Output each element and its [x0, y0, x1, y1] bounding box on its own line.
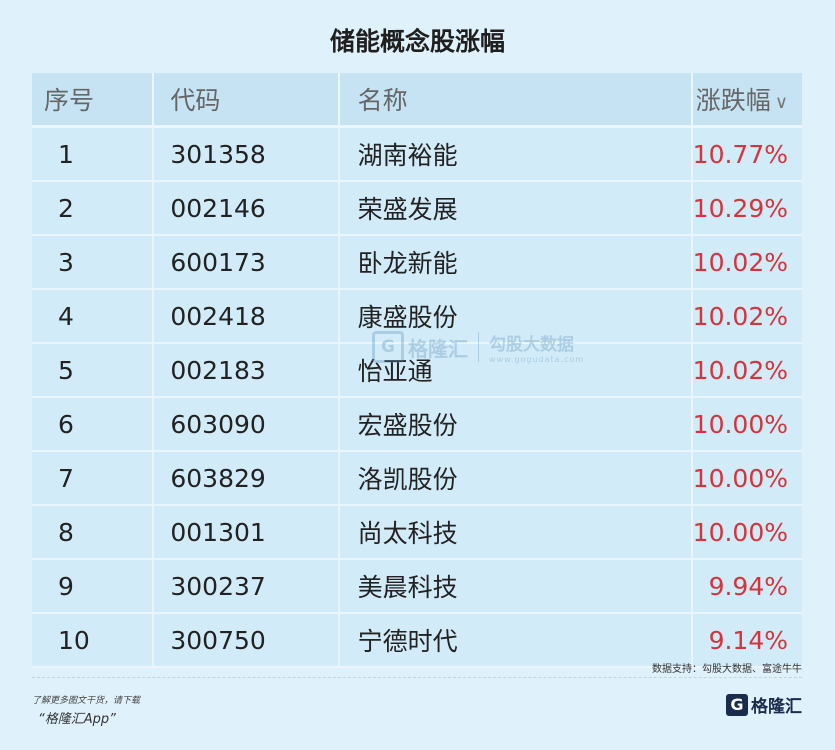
table-row: 5 002183 怡亚通 10.02% — [32, 343, 802, 398]
table-row: 4 002418 康盛股份 10.02% — [32, 289, 802, 344]
header-pct-label: 涨跌幅 — [695, 86, 771, 115]
table-row: 7 603829 洛凯股份 10.00% — [32, 451, 802, 506]
cell-pct: 10.02% — [691, 235, 802, 290]
cell-pct: 10.29% — [691, 181, 802, 236]
cell-code: 002418 — [153, 289, 340, 344]
cell-name: 荣盛发展 — [338, 181, 693, 236]
cell-no: 3 — [32, 235, 155, 290]
table-header-row: 序号 代码 名称 涨跌幅 ∨ — [32, 73, 802, 128]
cell-pct: 10.02% — [691, 343, 802, 398]
cell-no: 6 — [32, 397, 155, 452]
table-row: 8 001301 尚太科技 10.00% — [32, 505, 802, 560]
cell-no: 7 — [32, 451, 155, 506]
cell-pct: 10.00% — [691, 397, 802, 452]
cell-no: 8 — [32, 505, 155, 560]
header-no: 序号 — [32, 73, 155, 128]
table-row: 2 002146 荣盛发展 10.29% — [32, 181, 802, 236]
cell-pct: 9.14% — [691, 613, 802, 668]
cell-name: 怡亚通 — [338, 343, 693, 398]
chevron-down-icon[interactable]: ∨ — [775, 92, 788, 113]
cell-name: 美晨科技 — [338, 559, 693, 614]
cell-name: 宁德时代 — [338, 613, 693, 668]
cell-name: 尚太科技 — [338, 505, 693, 560]
data-source: 数据支持：勾股大数据、富途牛牛 — [652, 664, 802, 675]
page-title: 储能概念股涨幅 — [329, 27, 505, 56]
cell-name: 宏盛股份 — [338, 397, 693, 452]
logo-text: 格隆汇 — [751, 697, 802, 717]
cell-code: 301358 — [153, 126, 340, 182]
promo-line-2: “格隆汇App” — [38, 712, 116, 727]
stock-table: 序号 代码 名称 涨跌幅 ∨ 1 301358 湖南裕能 10.77% 2 002146 荣盛… — [32, 73, 802, 668]
header-code: 代码 — [153, 73, 340, 128]
cell-no: 5 — [32, 343, 155, 398]
table-row: 1 301358 湖南裕能 10.77% — [32, 126, 802, 182]
cell-name: 湖南裕能 — [338, 126, 693, 182]
cell-name: 康盛股份 — [338, 289, 693, 344]
brand-logo: G 格隆汇 — [726, 692, 802, 717]
cell-no: 4 — [32, 289, 155, 344]
cell-no: 2 — [32, 181, 155, 236]
cell-name: 卧龙新能 — [338, 235, 693, 290]
table-row: 6 603090 宏盛股份 10.00% — [32, 397, 802, 452]
cell-code: 002183 — [153, 343, 340, 398]
cell-pct: 9.94% — [691, 559, 802, 614]
table-body: 1 301358 湖南裕能 10.77% 2 002146 荣盛发展 10.29% 3 60017… — [32, 126, 802, 668]
cell-pct: 10.00% — [691, 505, 802, 560]
header-pct[interactable]: 涨跌幅 ∨ — [691, 73, 802, 128]
table-row: 9 300237 美晨科技 9.94% — [32, 559, 802, 614]
cell-code: 001301 — [153, 505, 340, 560]
table-row: 10 300750 宁德时代 9.14% — [32, 613, 802, 668]
cell-no: 10 — [32, 613, 155, 668]
cell-no: 9 — [32, 559, 155, 614]
cell-pct: 10.00% — [691, 451, 802, 506]
header-name: 名称 — [338, 73, 693, 128]
cell-name: 洛凯股份 — [338, 451, 693, 506]
cell-pct: 10.02% — [691, 289, 802, 344]
table-row: 3 600173 卧龙新能 10.02% — [32, 235, 802, 290]
cell-code: 600173 — [153, 235, 340, 290]
cell-code: 300750 — [153, 613, 340, 668]
cell-code: 603829 — [153, 451, 340, 506]
cell-code: 603090 — [153, 397, 340, 452]
divider — [32, 677, 802, 678]
cell-pct: 10.77% — [691, 126, 802, 182]
logo-icon: G — [726, 693, 748, 716]
cell-code: 300237 — [153, 559, 340, 614]
promo-line-1: 了解更多图文干货，请下载 — [32, 696, 141, 706]
cell-code: 002146 — [153, 181, 340, 236]
cell-no: 1 — [32, 126, 155, 182]
